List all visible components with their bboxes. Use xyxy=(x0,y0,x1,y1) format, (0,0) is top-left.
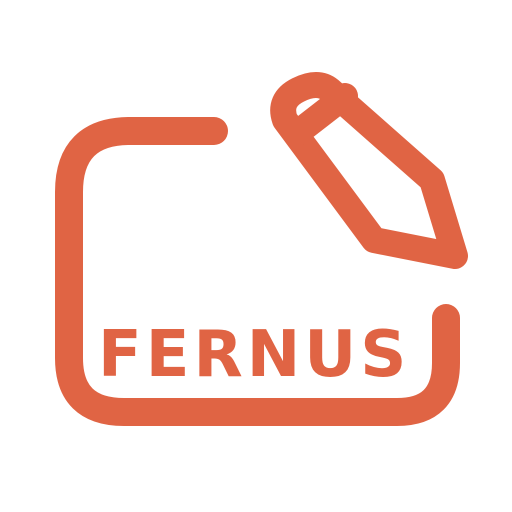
pencil-icon xyxy=(270,72,468,269)
logo-mark xyxy=(55,72,468,426)
logo-wordmark: FERNUS xyxy=(98,318,411,392)
